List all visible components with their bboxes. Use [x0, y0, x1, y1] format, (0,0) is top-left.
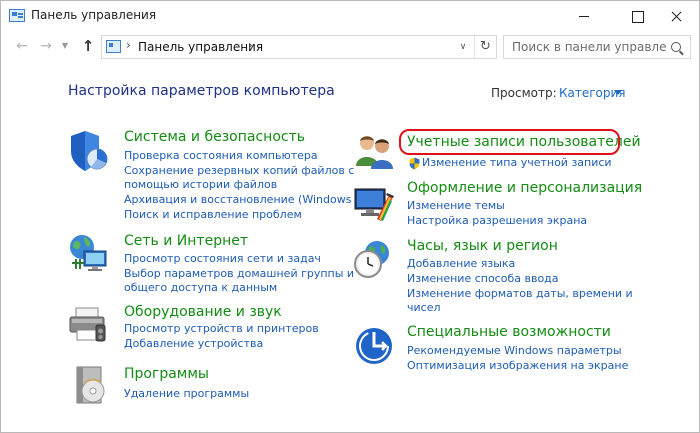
- link-network-status[interactable]: Просмотр состояния сети и задач: [124, 252, 321, 266]
- link-file-history-backup[interactable]: Сохранение резервных копий файлов с: [124, 164, 354, 178]
- refresh-icon[interactable]: ↻: [474, 36, 496, 58]
- link-check-computer-status[interactable]: Проверка состояния компьютера: [124, 149, 318, 163]
- link-screen-resolution[interactable]: Настройка разрешения экрана: [407, 214, 587, 228]
- search-icon[interactable]: [671, 42, 681, 52]
- category-appearance-personalization[interactable]: Оформление и персонализация: [407, 180, 642, 196]
- printer-icon[interactable]: [68, 304, 108, 344]
- window-title: Панель управления: [31, 8, 157, 22]
- programs-disc-icon[interactable]: [71, 365, 109, 407]
- link-troubleshoot[interactable]: Поиск и исправление проблем: [124, 208, 302, 222]
- link-add-device[interactable]: Добавление устройства: [124, 337, 263, 351]
- link-optimize-display[interactable]: Оптимизация изображения на экране: [407, 359, 628, 373]
- up-arrow-icon[interactable]: ↑: [79, 37, 97, 55]
- link-change-input-method[interactable]: Изменение способа ввода: [407, 272, 559, 286]
- monitor-brush-icon[interactable]: [353, 185, 397, 221]
- category-ease-of-access[interactable]: Специальные возможности: [407, 324, 611, 340]
- breadcrumb-separator[interactable]: ›: [126, 38, 131, 52]
- shield-chart-icon[interactable]: [69, 129, 109, 173]
- link-change-account-type[interactable]: Изменение типа учетной записи: [422, 156, 612, 170]
- link-uninstall-program[interactable]: Удаление программы: [124, 387, 249, 401]
- recent-locations-chevron-icon[interactable]: ▼: [59, 37, 71, 55]
- breadcrumb-control-panel[interactable]: Панель управления: [138, 40, 263, 54]
- title-bar: Панель управления: [1, 1, 699, 31]
- link-file-history-backup-line2[interactable]: помощью истории файлов: [124, 178, 277, 192]
- accessibility-icon[interactable]: [354, 326, 394, 366]
- link-backup-restore-win7[interactable]: Архивация и восстановление (Windows 7): [124, 193, 366, 207]
- view-by-chevron-icon[interactable]: [614, 90, 622, 95]
- breadcrumb-separator-end[interactable]: ›: [248, 38, 253, 52]
- category-system-security[interactable]: Система и безопасность: [124, 129, 305, 145]
- link-recommended-settings[interactable]: Рекомендуемые Windows параметры: [407, 344, 622, 358]
- category-programs[interactable]: Программы: [124, 366, 209, 382]
- page-title: Настройка параметров компьютера: [68, 83, 335, 99]
- link-devices-printers[interactable]: Просмотр устройств и принтеров: [124, 322, 319, 336]
- address-bar[interactable]: › Панель управления › ∨ ↻: [101, 35, 497, 59]
- search-input[interactable]: [503, 35, 691, 59]
- close-button[interactable]: [653, 1, 699, 31]
- forward-arrow-icon[interactable]: →: [37, 37, 55, 55]
- back-arrow-icon[interactable]: ←: [13, 37, 31, 55]
- link-change-date-time-formats[interactable]: Изменение форматов даты, времени и: [407, 287, 633, 301]
- address-control-panel-icon: [106, 40, 121, 53]
- clock-globe-icon[interactable]: [353, 239, 395, 281]
- link-change-theme[interactable]: Изменение темы: [407, 199, 505, 213]
- uac-shield-icon: [409, 157, 420, 170]
- category-hardware-sound[interactable]: Оборудование и звук: [124, 304, 282, 320]
- control-panel-icon: [9, 9, 25, 22]
- link-homegroup-sharing[interactable]: Выбор параметров домашней группы и: [124, 267, 354, 281]
- view-by-label: Просмотр:: [491, 86, 557, 100]
- highlight-annotation: [399, 129, 620, 155]
- minimize-button[interactable]: [561, 1, 607, 31]
- link-add-language[interactable]: Добавление языка: [407, 257, 515, 271]
- users-icon[interactable]: [354, 132, 396, 170]
- address-dropdown-chevron-icon[interactable]: ∨: [454, 38, 472, 56]
- navigation-bar: ← → ▼ ↑ › Панель управления › ∨ ↻: [1, 31, 699, 63]
- category-clock-language-region[interactable]: Часы, язык и регион: [407, 238, 558, 254]
- link-homegroup-sharing-line2[interactable]: общего доступа к данным: [124, 281, 277, 295]
- control-panel-window: Панель управления ← → ▼ ↑ › Панель управ…: [0, 0, 700, 433]
- network-globe-icon[interactable]: [68, 233, 110, 275]
- category-network-internet[interactable]: Сеть и Интернет: [124, 233, 248, 249]
- link-change-date-time-formats-line2[interactable]: чисел: [407, 301, 441, 315]
